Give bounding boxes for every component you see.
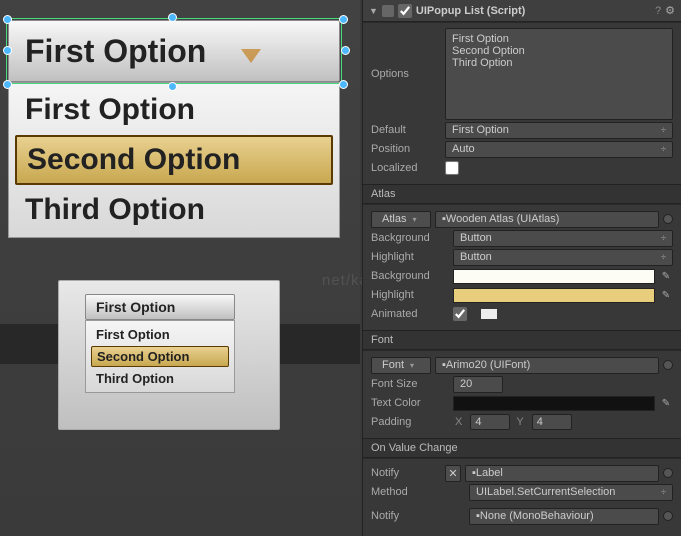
- popup-small-header[interactable]: First Option: [85, 294, 235, 320]
- font-field[interactable]: ▪ Arimo20 (UIFont): [435, 357, 659, 374]
- font-value: Arimo20 (UIFont): [446, 359, 530, 371]
- popup-small-option[interactable]: First Option: [86, 324, 234, 345]
- highlight-sprite-dropdown[interactable]: Button: [453, 249, 673, 266]
- options-section: Options First Option Second Option Third…: [363, 22, 681, 184]
- atlas-section-header: Atlas: [363, 184, 681, 204]
- foldout-icon[interactable]: ▼: [369, 6, 378, 16]
- scene-view[interactable]: First Option First Option Second Option …: [0, 0, 360, 536]
- atlas-field[interactable]: ▪ Wooden Atlas (UIAtlas): [435, 211, 659, 228]
- selection-handle[interactable]: [339, 80, 348, 89]
- localized-label: Localized: [371, 162, 441, 174]
- atlas-value: Wooden Atlas (UIAtlas): [446, 213, 560, 225]
- eyedropper-icon[interactable]: ✎: [659, 288, 673, 302]
- atlas-button[interactable]: Atlas: [371, 211, 431, 228]
- method-label: Method: [371, 486, 441, 498]
- gear-icon[interactable]: ⚙: [665, 4, 675, 17]
- atlas-section: Atlas ▪ Wooden Atlas (UIAtlas) Backgroun…: [363, 204, 681, 330]
- bg-color-swatch[interactable]: [453, 269, 655, 284]
- padding-label: Padding: [371, 416, 449, 428]
- notify2-value: None (MonoBehaviour): [480, 510, 594, 522]
- background-label: Background: [371, 232, 449, 244]
- font-section-header: Font: [363, 330, 681, 350]
- script-icon: [382, 5, 394, 17]
- object-picker-icon[interactable]: [663, 214, 673, 224]
- text-color-swatch[interactable]: [453, 396, 655, 411]
- x-label: X: [455, 416, 462, 428]
- selection-handle[interactable]: [168, 82, 177, 91]
- padding-y-field[interactable]: [532, 414, 572, 430]
- help-icon[interactable]: ?: [655, 5, 661, 17]
- background-sprite-dropdown[interactable]: Button: [453, 230, 673, 247]
- component-enable-checkbox[interactable]: [398, 4, 412, 18]
- padding-x-field[interactable]: [470, 414, 510, 430]
- object-picker-icon[interactable]: [663, 360, 673, 370]
- selection-handle[interactable]: [339, 15, 348, 24]
- inspector-panel: ▼ UIPopup List (Script) ? ⚙ Options Firs…: [362, 0, 681, 536]
- position-label: Position: [371, 143, 441, 155]
- notify2-field[interactable]: ▪ None (MonoBehaviour): [469, 508, 659, 525]
- popup-large-selected: First Option: [25, 33, 206, 70]
- selection-handle[interactable]: [3, 46, 12, 55]
- ovc-section-header: On Value Change: [363, 438, 681, 458]
- popup-small-dropdown: First Option Second Option Third Option: [85, 320, 235, 393]
- popup-large-option[interactable]: Second Option: [15, 135, 333, 185]
- component-header[interactable]: ▼ UIPopup List (Script) ? ⚙: [363, 0, 681, 22]
- eyedropper-icon[interactable]: ✎: [659, 269, 673, 283]
- textcolor-label: Text Color: [371, 397, 449, 409]
- font-button[interactable]: Font: [371, 357, 431, 374]
- popup-small[interactable]: First Option First Option Second Option …: [85, 294, 235, 393]
- popup-large-header[interactable]: First Option: [8, 20, 340, 82]
- selection-handle[interactable]: [168, 13, 177, 22]
- popup-large-dropdown: First Option Second Option Third Option: [8, 82, 340, 238]
- notify-field[interactable]: ▪ Label: [465, 465, 659, 482]
- selection-handle[interactable]: [341, 46, 350, 55]
- selection-handle[interactable]: [3, 80, 12, 89]
- default-label: Default: [371, 124, 441, 136]
- component-title: UIPopup List (Script): [416, 5, 651, 17]
- notify2-label: Notify: [371, 510, 441, 522]
- popup-small-selected: First Option: [96, 299, 175, 315]
- notify-label: Notify: [371, 467, 441, 479]
- default-dropdown[interactable]: First Option: [445, 122, 673, 139]
- highlight-label: Highlight: [371, 251, 449, 263]
- remove-notify-button[interactable]: ✕: [445, 465, 461, 482]
- eyedropper-icon[interactable]: ✎: [659, 396, 673, 410]
- method-dropdown[interactable]: UILabel.SetCurrentSelection: [469, 484, 673, 501]
- object-picker-icon[interactable]: [663, 511, 673, 521]
- fontsize-label: Font Size: [371, 378, 449, 390]
- hl-color-swatch[interactable]: [453, 288, 655, 303]
- bg-color-label: Background: [371, 270, 449, 282]
- popup-small-option[interactable]: Third Option: [86, 368, 234, 389]
- ovc-section: Notify ✕ ▪ Label Method UILabel.SetCurre…: [363, 458, 681, 532]
- localized-checkbox[interactable]: [445, 161, 459, 175]
- position-dropdown[interactable]: Auto: [445, 141, 673, 158]
- popup-large-option[interactable]: Third Option: [9, 187, 339, 233]
- notify-value: Label: [476, 467, 503, 479]
- selection-handle[interactable]: [3, 15, 12, 24]
- options-textarea[interactable]: First Option Second Option Third Option: [445, 28, 673, 120]
- font-section: Font ▪ Arimo20 (UIFont) Font Size 20 Tex…: [363, 350, 681, 438]
- options-label: Options: [371, 68, 441, 80]
- popup-large[interactable]: First Option First Option Second Option …: [8, 20, 340, 238]
- hl-color-label: Highlight: [371, 289, 449, 301]
- object-picker-icon[interactable]: [663, 468, 673, 478]
- popup-small-option[interactable]: Second Option: [91, 346, 229, 367]
- y-label: Y: [516, 416, 523, 428]
- popup-large-option[interactable]: First Option: [9, 87, 339, 133]
- animated-label: Animated: [371, 308, 449, 320]
- fontsize-field[interactable]: 20: [453, 376, 503, 393]
- animated-indicator: [481, 309, 497, 319]
- animated-checkbox[interactable]: [453, 307, 467, 321]
